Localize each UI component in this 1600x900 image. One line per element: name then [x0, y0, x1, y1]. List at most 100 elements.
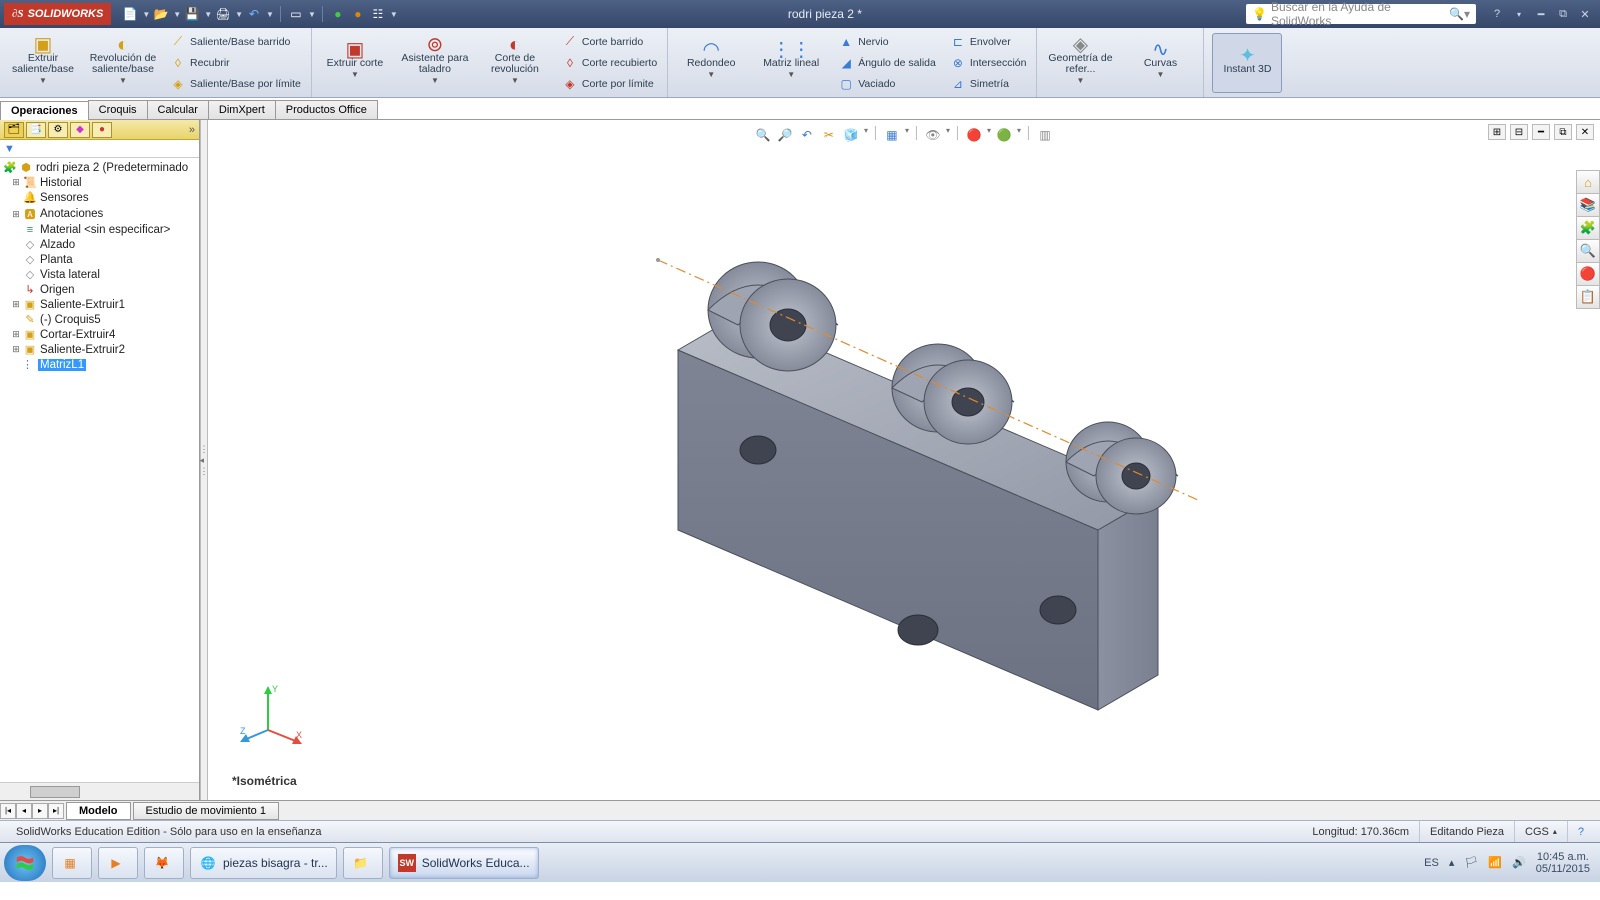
tree-annotations[interactable]: ⊞🅰Anotaciones	[0, 205, 199, 223]
ref-geometry-button[interactable]: ◈Geometría de refer...▼	[1045, 33, 1115, 93]
status-help-icon[interactable]: ?	[1568, 821, 1594, 842]
taskpane-appearance-icon[interactable]: 🔴	[1576, 262, 1600, 286]
panel-scrollbar[interactable]	[0, 782, 199, 800]
doc-split2-icon[interactable]: ⊟	[1510, 124, 1528, 140]
section-view-icon[interactable]: ✂	[820, 126, 838, 144]
rib-button[interactable]: ▲Nervio	[836, 33, 938, 51]
fillet-button[interactable]: ◠Redondeo▼	[676, 33, 746, 93]
options-icon[interactable]: ●	[349, 5, 367, 23]
taskpane-view-icon[interactable]: 🔍	[1576, 239, 1600, 263]
config-tab-icon[interactable]: ⚙	[48, 122, 68, 138]
tray-lang[interactable]: ES	[1424, 857, 1439, 869]
display-tab-icon[interactable]: ●	[92, 122, 112, 138]
zoom-fit-icon[interactable]: 🔍	[754, 126, 772, 144]
extrude-boss-button[interactable]: ▣Extruir saliente/base▼	[8, 33, 78, 93]
undo-icon[interactable]: ↶	[245, 5, 263, 23]
tray-network-icon[interactable]: 📶	[1488, 856, 1502, 869]
tray-clock[interactable]: 10:45 a.m.05/11/2015	[1536, 851, 1596, 875]
settings-icon[interactable]: ☷	[369, 5, 387, 23]
taskbar-solidworks-button[interactable]: SWSolidWorks Educa...	[389, 847, 539, 879]
tab-croquis[interactable]: Croquis	[88, 100, 148, 119]
help-search[interactable]: 💡 Buscar en la Ayuda de SolidWorks 🔍▾	[1246, 4, 1476, 24]
new-icon[interactable]: 📄	[121, 5, 139, 23]
tab-productos-office[interactable]: Productos Office	[275, 100, 378, 119]
draft-button[interactable]: ◢Ángulo de salida	[836, 54, 938, 72]
restore-icon[interactable]: ⧉	[1554, 6, 1572, 22]
close-icon[interactable]: ✕	[1576, 6, 1594, 22]
save-icon[interactable]: 💾	[183, 5, 201, 23]
taskpane-library-icon[interactable]: 📚	[1576, 193, 1600, 217]
boundary-cut-button[interactable]: ◈Corte por límite	[560, 75, 659, 93]
tab-nav-next-icon[interactable]: ▸	[32, 803, 48, 819]
display-style-icon[interactable]: ▦	[883, 126, 901, 144]
taskbar-chrome-button[interactable]: 🌐piezas bisagra - tr...	[190, 847, 337, 879]
3d-viewport[interactable]: 🔍 🔎 ↶ ✂ 🧊▾ ▦▾ 👁▾ 🔴▾ 🟢▾ ▥ ⊞ ⊟ ━ ⧉ ✕ ⌂ 📚 🧩	[208, 120, 1600, 800]
zoom-area-icon[interactable]: 🔎	[776, 126, 794, 144]
tab-nav-last-icon[interactable]: ▸|	[48, 803, 64, 819]
swept-cut-button[interactable]: ⟋Corte barrido	[560, 33, 659, 51]
appearance-icon[interactable]: 🔴	[965, 126, 983, 144]
rebuild-icon[interactable]: ●	[329, 5, 347, 23]
expand-panel-icon[interactable]: »	[189, 124, 195, 136]
feature-tree-tab-icon[interactable]: 🗂	[4, 122, 24, 138]
render-icon[interactable]: ▥	[1036, 126, 1054, 144]
shell-button[interactable]: ▢Vaciado	[836, 75, 938, 93]
revolve-cut-button[interactable]: ◐Corte de revolución▼	[480, 33, 550, 93]
tree-side-plane[interactable]: ◇Vista lateral	[0, 267, 199, 282]
view-orient-icon[interactable]: 🧊	[842, 126, 860, 144]
taskpane-properties-icon[interactable]: 📋	[1576, 285, 1600, 309]
tree-origin[interactable]: ↳Origen	[0, 282, 199, 297]
swept-boss-button[interactable]: ⟋Saliente/Base barrido	[168, 33, 303, 51]
boundary-boss-button[interactable]: ◈Saliente/Base por límite	[168, 75, 303, 93]
intersect-button[interactable]: ⊗Intersección	[948, 54, 1029, 72]
taskbar-media-button[interactable]: ▶	[98, 847, 138, 879]
doc-min-icon[interactable]: ━	[1532, 124, 1550, 140]
tree-feat-cut4[interactable]: ⊞▣Cortar-Extruir4	[0, 327, 199, 342]
print-icon[interactable]: 🖨	[214, 5, 232, 23]
tab-operaciones[interactable]: Operaciones	[0, 101, 89, 120]
doc-close-icon[interactable]: ✕	[1576, 124, 1594, 140]
tree-front-plane[interactable]: ◇Alzado	[0, 237, 199, 252]
panel-splitter[interactable]: ⋮◂⋮	[200, 120, 208, 800]
tree-sensors[interactable]: 🔔Sensores	[0, 190, 199, 205]
taskbar-apps-button[interactable]: ▦	[52, 847, 92, 879]
dimxpert-tab-icon[interactable]: ◆	[70, 122, 90, 138]
minimize-icon[interactable]: ━	[1532, 6, 1550, 22]
select-icon[interactable]: ▭	[287, 5, 305, 23]
prev-view-icon[interactable]: ↶	[798, 126, 816, 144]
hole-wizard-button[interactable]: ⊚Asistente para taladro▼	[400, 33, 470, 93]
taskpane-resources-icon[interactable]: ⌂	[1576, 170, 1600, 194]
linear-pattern-button[interactable]: ⋮⋮Matriz lineal▼	[756, 33, 826, 93]
tree-root[interactable]: 🧩⬢rodri pieza 2 (Predeterminado	[0, 160, 199, 175]
scene-icon[interactable]: 🟢	[995, 126, 1013, 144]
wrap-button[interactable]: ⊏Envolver	[948, 33, 1029, 51]
tray-volume-icon[interactable]: 🔊	[1512, 856, 1526, 869]
help-icon[interactable]: ?	[1488, 6, 1506, 22]
revolve-boss-button[interactable]: ◐Revolución de saliente/base▼	[88, 33, 158, 93]
tray-expand-icon[interactable]: ▴	[1449, 856, 1455, 869]
motion-study-tab[interactable]: Estudio de movimiento 1	[133, 802, 279, 820]
tree-history[interactable]: ⊞📜Historial	[0, 175, 199, 190]
doc-max-icon[interactable]: ⧉	[1554, 124, 1572, 140]
status-units[interactable]: CGS▴	[1515, 821, 1568, 842]
tab-calcular[interactable]: Calcular	[147, 100, 209, 119]
taskbar-firefox-button[interactable]: 🦊	[144, 847, 184, 879]
extrude-cut-button[interactable]: ▣Extruir corte▼	[320, 33, 390, 93]
instant3d-button[interactable]: ✦Instant 3D	[1212, 33, 1282, 93]
mirror-button[interactable]: ⊿Simetría	[948, 75, 1029, 93]
doc-split1-icon[interactable]: ⊞	[1488, 124, 1506, 140]
tray-flag-icon[interactable]: 🏳	[1464, 856, 1478, 869]
hide-show-icon[interactable]: 👁	[924, 126, 942, 144]
curves-button[interactable]: ∿Curvas▼	[1125, 33, 1195, 93]
tree-top-plane[interactable]: ◇Planta	[0, 252, 199, 267]
tree-material[interactable]: ≡Material <sin especificar>	[0, 223, 199, 237]
taskbar-explorer-button[interactable]: 📁	[343, 847, 383, 879]
loft-cut-button[interactable]: ◊Corte recubierto	[560, 54, 659, 72]
start-button[interactable]	[4, 845, 46, 881]
tab-dimxpert[interactable]: DimXpert	[208, 100, 276, 119]
tree-feat-extrude1[interactable]: ⊞▣Saliente-Extruir1	[0, 297, 199, 312]
loft-boss-button[interactable]: ◊Recubrir	[168, 54, 303, 72]
tree-feat-pattern1[interactable]: ⋮⋮MatrizL1	[0, 357, 199, 372]
tab-nav-prev-icon[interactable]: ◂	[16, 803, 32, 819]
property-tab-icon[interactable]: 📑	[26, 122, 46, 138]
